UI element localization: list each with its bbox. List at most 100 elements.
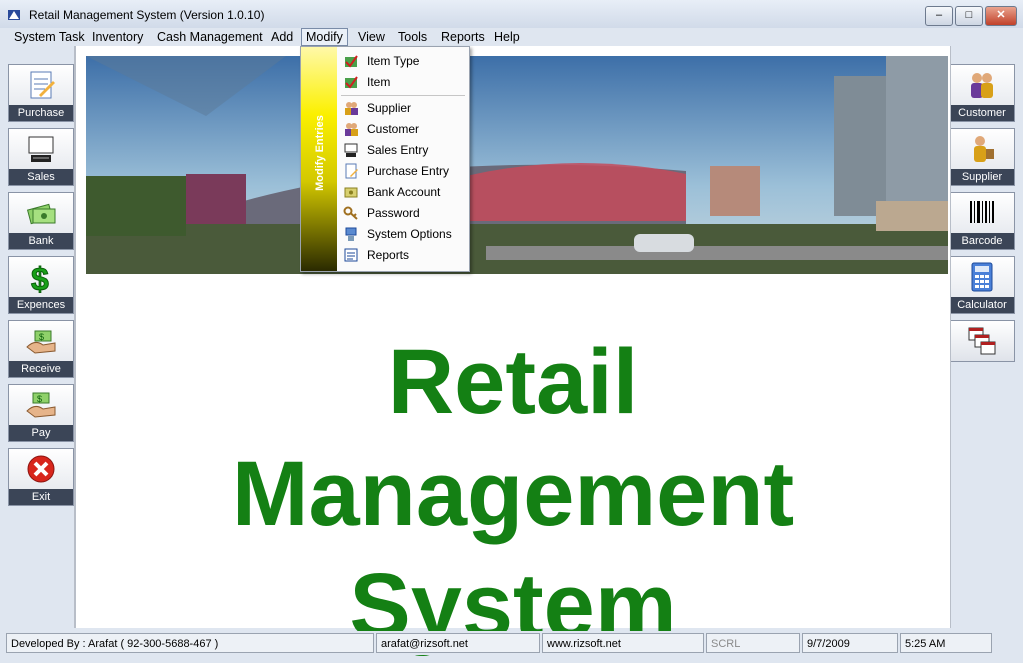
receive-icon: $ xyxy=(26,330,56,354)
system-options-icon xyxy=(345,227,357,241)
expences-label: Expences xyxy=(9,297,73,313)
bank-account-icon xyxy=(344,187,358,198)
menu-reports[interactable]: Reports xyxy=(437,29,489,45)
app-window: Retail Management System (Version 1.0.10… xyxy=(0,0,1023,663)
reports-icon xyxy=(344,248,358,262)
status-email: arafat@rizsoft.net xyxy=(376,633,540,653)
calculator-label: Calculator xyxy=(950,297,1014,313)
menu-item-system-options[interactable]: System Options xyxy=(339,224,467,244)
purchase-label: Purchase xyxy=(9,105,73,121)
sales-icon xyxy=(28,136,54,162)
customer-button[interactable]: Customer xyxy=(949,64,1015,122)
expences-button[interactable]: $ Expences xyxy=(8,256,74,314)
windows-button[interactable] xyxy=(949,320,1015,362)
menu-item-sales-entry[interactable]: Sales Entry xyxy=(339,140,467,160)
svg-text:$: $ xyxy=(39,332,44,342)
purchase-entry-icon xyxy=(345,163,358,179)
menu-item-label: Item Type xyxy=(367,54,420,68)
main-title: Retail Management System xyxy=(76,326,950,662)
expences-icon: $ xyxy=(31,261,50,293)
modify-dropdown: Modify Entries Item Type Item Supplier C… xyxy=(300,46,470,272)
exit-label: Exit xyxy=(9,489,73,505)
menu-item-password[interactable]: Password xyxy=(339,203,467,223)
pay-icon: $ xyxy=(26,392,56,418)
status-time: 5:25 AM xyxy=(900,633,992,653)
item-icon xyxy=(345,76,358,89)
window-title: Retail Management System (Version 1.0.10… xyxy=(29,8,265,22)
menu-item-purchase-entry[interactable]: Purchase Entry xyxy=(339,161,467,181)
menu-view[interactable]: View xyxy=(354,29,389,45)
menu-item-label: Bank Account xyxy=(367,185,441,199)
close-button[interactable]: ✕ xyxy=(985,6,1017,26)
minimize-button[interactable]: – xyxy=(925,6,953,26)
menu-tools[interactable]: Tools xyxy=(394,29,431,45)
barcode-button[interactable]: Barcode xyxy=(949,192,1015,250)
main-title-line-2: Management xyxy=(231,443,795,545)
supplier-icon xyxy=(345,102,358,115)
maximize-button[interactable]: □ xyxy=(955,6,983,26)
status-website: www.rizsoft.net xyxy=(542,633,704,653)
menu-inventory[interactable]: Inventory xyxy=(88,29,147,45)
barcode-label: Barcode xyxy=(950,233,1014,249)
sales-button[interactable]: Sales xyxy=(8,128,74,186)
status-date: 9/7/2009 xyxy=(802,633,898,653)
app-icon xyxy=(8,10,20,20)
item-type-icon xyxy=(345,55,358,68)
pay-button[interactable]: $ Pay xyxy=(8,384,74,442)
city-banner-image xyxy=(86,56,948,274)
menu-system-task[interactable]: System Task xyxy=(10,29,89,45)
bank-button[interactable]: Bank xyxy=(8,192,74,250)
customer-icon xyxy=(971,73,993,98)
password-icon xyxy=(343,206,358,220)
bank-label: Bank xyxy=(9,233,73,249)
menu-item-label: Item xyxy=(367,75,391,89)
main-title-line-1: Retail xyxy=(387,331,639,433)
windows-icon xyxy=(968,327,996,355)
title-bar: Retail Management System (Version 1.0.10… xyxy=(0,0,1023,30)
menu-item-item[interactable]: Item xyxy=(339,72,467,92)
menu-cash-management[interactable]: Cash Management xyxy=(153,29,267,45)
status-bar: Developed By : Arafat ( 92-300-5688-467 … xyxy=(0,631,1023,655)
customer-label: Customer xyxy=(950,105,1014,121)
exit-icon xyxy=(27,455,55,483)
pay-label: Pay xyxy=(9,425,73,441)
modify-dropdown-banner-label: Modify Entries xyxy=(314,115,326,191)
menu-bar: System Task Inventory Cash Management Ad… xyxy=(0,28,1023,46)
menu-help[interactable]: Help xyxy=(490,29,524,45)
calculator-button[interactable]: Calculator xyxy=(949,256,1015,314)
supplier-label: Supplier xyxy=(950,169,1014,185)
calculator-icon xyxy=(971,262,993,292)
menu-item-label: Sales Entry xyxy=(367,143,429,157)
menu-separator xyxy=(341,95,465,96)
modify-dropdown-banner: Modify Entries xyxy=(301,47,337,271)
menu-item-label: Password xyxy=(367,206,420,220)
bank-icon xyxy=(26,203,56,225)
supplier-icon xyxy=(974,136,994,162)
customer-icon xyxy=(345,123,358,136)
menu-item-reports[interactable]: Reports xyxy=(339,245,467,265)
receive-label: Receive xyxy=(9,361,73,377)
menu-item-label: System Options xyxy=(367,227,452,241)
menu-item-label: Supplier xyxy=(367,101,412,115)
menu-item-label: Customer xyxy=(367,122,420,136)
purchase-icon xyxy=(30,71,55,99)
menu-item-label: Reports xyxy=(367,248,410,262)
supplier-button[interactable]: Supplier xyxy=(949,128,1015,186)
menu-item-bank-account[interactable]: Bank Account xyxy=(339,182,467,202)
menu-item-customer[interactable]: Customer xyxy=(339,119,467,139)
status-developer: Developed By : Arafat ( 92-300-5688-467 … xyxy=(6,633,374,653)
menu-add[interactable]: Add xyxy=(267,29,297,45)
svg-text:$: $ xyxy=(37,394,42,404)
receive-button[interactable]: $ Receive xyxy=(8,320,74,378)
main-content: Retail Management System xyxy=(74,46,951,657)
exit-button[interactable]: Exit xyxy=(8,448,74,506)
menu-modify[interactable]: Modify xyxy=(301,28,348,46)
sales-entry-icon xyxy=(344,143,358,157)
menu-item-item-type[interactable]: Item Type xyxy=(339,51,467,71)
sales-label: Sales xyxy=(9,169,73,185)
barcode-icon xyxy=(970,201,994,223)
svg-text:$: $ xyxy=(31,261,49,293)
menu-item-supplier[interactable]: Supplier xyxy=(339,98,467,118)
purchase-button[interactable]: Purchase xyxy=(8,64,74,122)
menu-item-label: Purchase Entry xyxy=(367,164,450,178)
